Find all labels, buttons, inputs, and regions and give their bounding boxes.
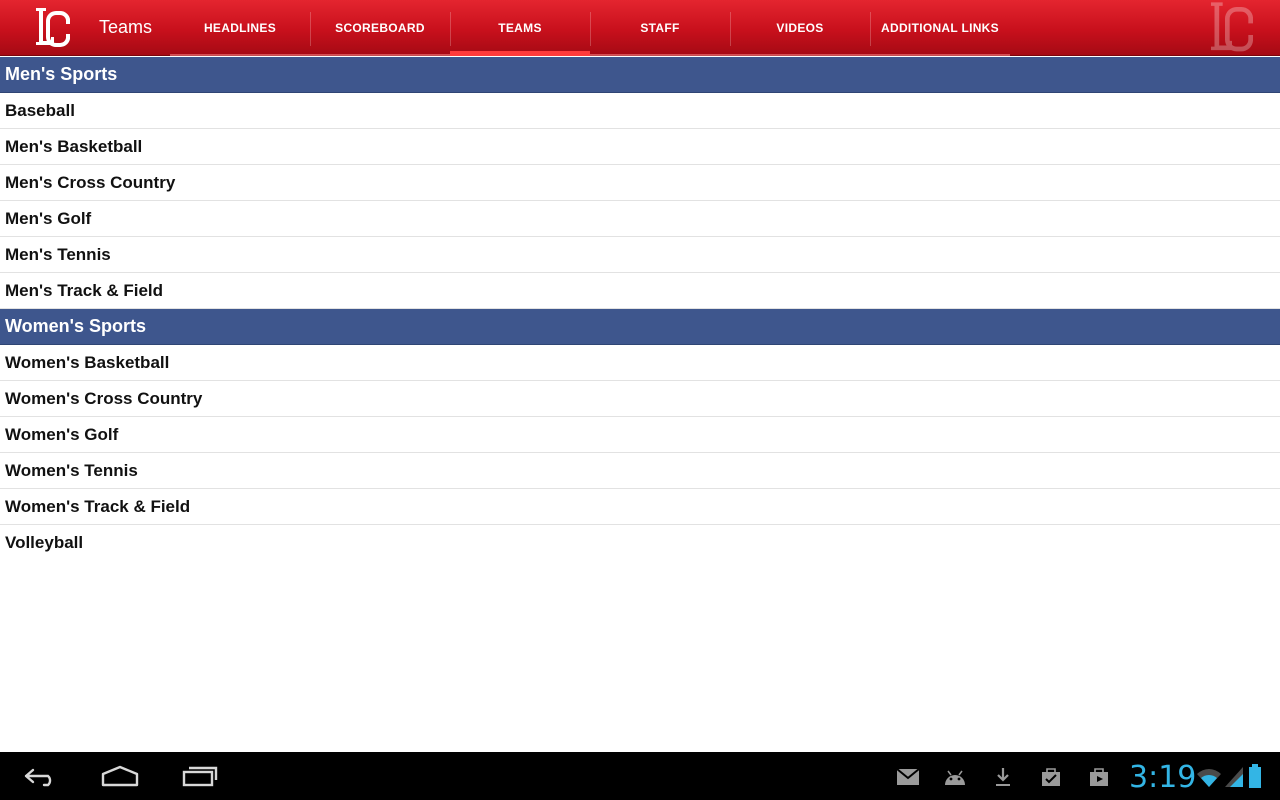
lc-watermark-icon: [1211, 2, 1253, 52]
list-item-mens-tennis[interactable]: Men's Tennis: [0, 237, 1280, 273]
lc-logo-icon[interactable]: [30, 4, 78, 52]
tab-scoreboard[interactable]: SCOREBOARD: [310, 0, 450, 56]
list-item-mens-golf[interactable]: Men's Golf: [0, 201, 1280, 237]
list-item-womens-golf[interactable]: Women's Golf: [0, 417, 1280, 453]
recent-apps-button[interactable]: [170, 752, 230, 800]
home-icon: [101, 765, 139, 787]
list-item-womens-basketball[interactable]: Women's Basketball: [0, 345, 1280, 381]
back-button[interactable]: [10, 752, 70, 800]
tab-label: VIDEOS: [776, 21, 824, 35]
tab-headlines[interactable]: HEADLINES: [170, 0, 310, 56]
tab-label: HEADLINES: [203, 21, 277, 35]
tab-teams[interactable]: TEAMS: [450, 0, 590, 56]
section-header-womens: Women's Sports: [0, 309, 1280, 345]
download-icon[interactable]: [990, 764, 1016, 790]
android-icon[interactable]: [942, 764, 968, 790]
list-item-womens-cross-country[interactable]: Women's Cross Country: [0, 381, 1280, 417]
tab-label: ADDITIONAL LINKS: [881, 21, 999, 35]
recent-apps-icon: [182, 766, 218, 787]
system-bar: 3:19: [0, 752, 1280, 800]
action-bar: Teams HEADLINES SCOREBOARD TEAMS STAFF V…: [0, 0, 1280, 56]
tab-videos[interactable]: VIDEOS: [730, 0, 870, 56]
home-button[interactable]: [90, 752, 150, 800]
store-update-icon[interactable]: [1038, 764, 1064, 790]
tab-additional-links[interactable]: ADDITIONAL LINKS: [870, 0, 1010, 56]
wifi-icon: [1197, 769, 1221, 787]
list-item-mens-track-field[interactable]: Men's Track & Field: [0, 273, 1280, 309]
signal-icon: [1225, 767, 1243, 787]
list-item-baseball[interactable]: Baseball: [0, 93, 1280, 129]
list-item-womens-tennis[interactable]: Women's Tennis: [0, 453, 1280, 489]
list-item-womens-track-field[interactable]: Women's Track & Field: [0, 489, 1280, 525]
battery-icon: [1249, 764, 1261, 788]
tab-bar: HEADLINES SCOREBOARD TEAMS STAFF VIDEOS …: [170, 0, 1010, 56]
tab-label: TEAMS: [498, 21, 542, 35]
tab-label: STAFF: [640, 21, 680, 35]
play-update-icon[interactable]: [1086, 764, 1112, 790]
list-item-volleyball[interactable]: Volleyball: [0, 525, 1280, 561]
tab-label: SCOREBOARD: [335, 21, 425, 35]
section-header-mens: Men's Sports: [0, 57, 1280, 93]
clock[interactable]: 3:19: [1129, 760, 1196, 795]
page-title: Teams: [99, 17, 153, 37]
gmail-icon[interactable]: [895, 764, 921, 790]
teams-list[interactable]: Men's Sports Baseball Men's Basketball M…: [0, 57, 1280, 752]
list-item-mens-basketball[interactable]: Men's Basketball: [0, 129, 1280, 165]
list-item-mens-cross-country[interactable]: Men's Cross Country: [0, 165, 1280, 201]
back-icon: [24, 768, 52, 787]
tab-staff[interactable]: STAFF: [590, 0, 730, 56]
